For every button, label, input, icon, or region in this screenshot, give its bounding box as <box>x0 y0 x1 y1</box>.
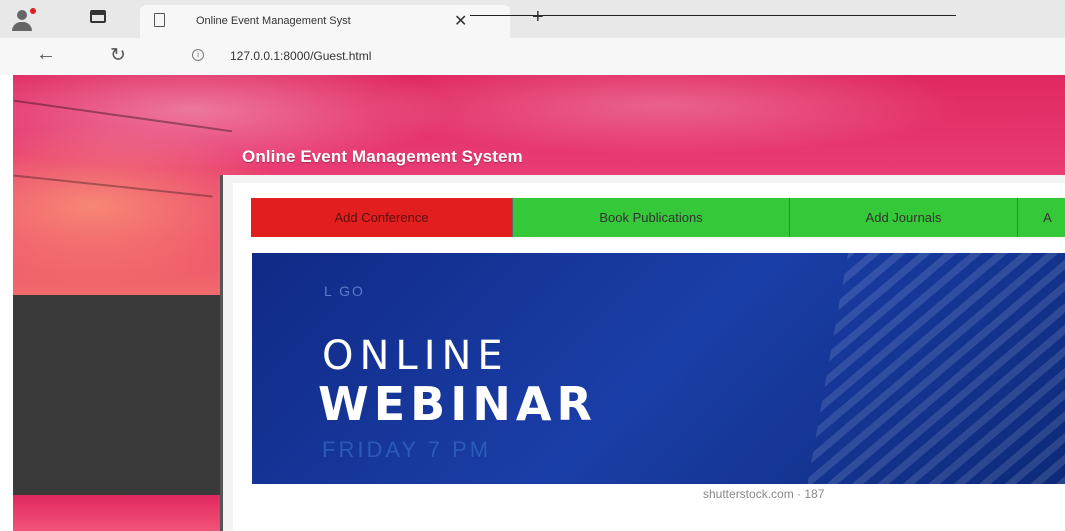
nav-label: Add Journals <box>865 210 942 225</box>
webinar-banner-image: L GO ONLINE WEBINAR FRIDAY 7 PM <box>252 253 1065 484</box>
nav-label: Book Publications <box>599 210 703 225</box>
banner-stripes <box>800 253 1065 484</box>
reload-button[interactable]: ↻ <box>110 44 126 67</box>
sidebar-footer <box>13 495 220 531</box>
back-button[interactable]: ← <box>36 43 56 66</box>
url-field[interactable]: 127.0.0.1:8000/Guest.html <box>230 49 371 63</box>
nav-label: Add Conference <box>334 210 429 225</box>
content-panel: Add Conference Book Publications Add Jou… <box>220 175 1065 531</box>
event-time: FRIDAY 7 PM <box>322 437 492 462</box>
close-tab-icon[interactable]: ✕ <box>454 11 467 31</box>
tab-actions-icon[interactable] <box>90 10 106 23</box>
content-inner: Add Conference Book Publications Add Jou… <box>233 183 1065 531</box>
nav-add-journals[interactable]: Add Journals <box>790 198 1018 237</box>
new-tab-button[interactable]: + <box>532 6 544 29</box>
profile-icon[interactable] <box>6 4 50 32</box>
address-bar: ← ↻ i 127.0.0.1:8000/Guest.html <box>0 38 1065 76</box>
site-title: Online Event Management System <box>242 147 523 166</box>
site-info-icon[interactable]: i <box>192 49 204 61</box>
nav-label: A <box>1043 210 1052 225</box>
image-watermark: shutterstock.com · 187 <box>703 487 825 501</box>
nav-book-publications[interactable]: Book Publications <box>513 198 790 237</box>
page-icon <box>154 13 165 27</box>
nav-add-conference[interactable]: Add Conference <box>251 198 513 237</box>
online-heading: ONLINE <box>322 333 509 379</box>
logo-placeholder: L GO <box>324 283 365 299</box>
tab-title: Online Event Management Syst <box>196 15 351 27</box>
logo-text: L GO <box>324 283 365 299</box>
browser-tab[interactable]: Online Event Management Syst ✕ <box>140 5 510 38</box>
main-nav: Add Conference Book Publications Add Jou… <box>251 198 1065 237</box>
sidebar <box>13 295 220 495</box>
page: Online Event Management System Add Confe… <box>0 75 1065 531</box>
webinar-heading: WEBINAR <box>318 377 597 431</box>
browser-tab-bar: Online Event Management Syst ✕ + <box>0 0 1065 38</box>
nav-item-partial[interactable]: A <box>1018 198 1065 237</box>
